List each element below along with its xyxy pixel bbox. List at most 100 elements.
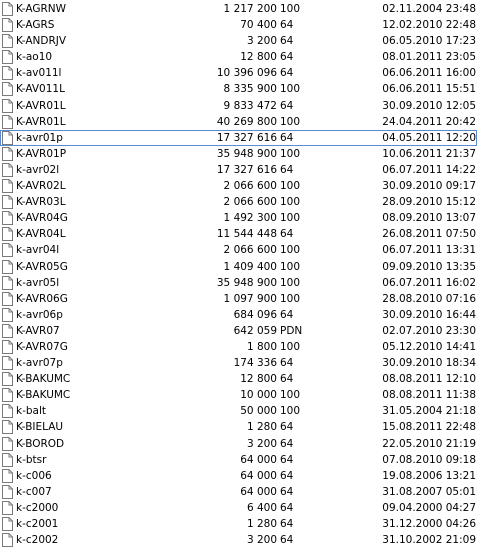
file-size: 70 400	[240, 19, 277, 32]
file-size: 3 200	[246, 437, 277, 450]
file-date: 15.08.2011 22:48	[382, 421, 476, 434]
file-icon	[2, 533, 13, 548]
file-row[interactable]: K-AVR06G 100 1 097 900 28.08.2010 07:16	[0, 291, 480, 307]
file-list: K-AGRNW 100 1 217 200 02.11.2004 23:48 K-AGR…	[0, 0, 480, 548]
file-row[interactable]: k-avr05l 100 35 948 900 06.07.2011 16:02	[0, 275, 480, 291]
file-row[interactable]: K-BIELAU 64 1 280 15.08.2011 22:48	[0, 419, 480, 435]
file-date: 19.08.2006 13:21	[382, 469, 476, 482]
file-size: 11 544 448	[216, 228, 277, 241]
file-size: 1 800	[246, 340, 277, 353]
file-row[interactable]: k-balt 100 50 000 31.05.2004 21:18	[0, 403, 480, 419]
file-icon	[2, 2, 13, 16]
file-name: K-AV011L	[16, 83, 65, 96]
file-row[interactable]: k-avr01p 64 17 327 616 04.05.2011 12:20	[0, 129, 480, 146]
file-size: 684 096	[233, 308, 277, 321]
file-icon	[2, 50, 13, 65]
file-date: 02.07.2010 23:30	[382, 324, 476, 337]
file-name: K-BOROD	[16, 437, 65, 450]
file-size: 1 492 300	[223, 212, 277, 225]
file-date: 24.04.2011 20:42	[382, 115, 476, 128]
file-icon	[2, 114, 13, 129]
file-icon	[2, 146, 13, 161]
file-row[interactable]: k-avr06p 64 684 096 30.09.2010 16:44	[0, 307, 480, 323]
file-row[interactable]: K-AVR02L 100 2 066 600 30.09.2010 09:17	[0, 178, 480, 194]
file-row[interactable]: k-avr02l 64 17 327 616 06.07.2011 14:22	[0, 162, 480, 178]
file-size: 10 000	[240, 389, 277, 402]
file-size: 64 000	[240, 453, 277, 466]
file-size: 35 948 900	[216, 276, 277, 289]
file-icon	[2, 275, 13, 290]
file-name: K-AVR01L	[16, 99, 66, 112]
file-date: 22.05.2010 21:19	[382, 437, 476, 450]
file-size: 1 097 900	[223, 292, 277, 305]
file-row[interactable]: k-avr07p 64 174 336 30.09.2010 18:34	[0, 355, 480, 371]
file-row[interactable]: K-AGRS 64 70 400 12.02.2010 22:48	[0, 17, 480, 33]
file-row[interactable]: K-AVR07G 100 1 800 05.12.2010 14:41	[0, 339, 480, 355]
file-date: 30.09.2010 16:44	[382, 308, 476, 321]
file-icon	[2, 243, 13, 258]
file-icon	[2, 259, 13, 274]
file-name: K-AVR04G	[16, 212, 68, 225]
file-row[interactable]: k-ao10 64 12 800 08.01.2011 23:05	[0, 49, 480, 65]
file-name: K-BAKUMC	[16, 373, 71, 386]
file-date: 09.09.2010 13:35	[382, 260, 476, 273]
file-row[interactable]: k-av011l 64 10 396 096 06.06.2011 16:00	[0, 65, 480, 81]
file-row[interactable]: K-AVR01P 100 35 948 900 10.06.2011 21:37	[0, 146, 480, 162]
file-date: 06.05.2010 17:23	[382, 35, 476, 48]
file-row[interactable]: K-AGRNW 100 1 217 200 02.11.2004 23:48	[0, 1, 480, 17]
file-name: k-c006	[16, 469, 52, 482]
file-row[interactable]: K-AVR07 PDN 642 059 02.07.2010 23:30	[0, 323, 480, 339]
file-row[interactable]: k-c2001 64 1 280 31.12.2000 04:26	[0, 516, 480, 532]
file-date: 06.07.2011 14:22	[382, 163, 476, 176]
file-name: K-AGRNW	[16, 3, 67, 15]
file-date: 08.08.2011 11:38	[382, 389, 476, 402]
file-name: k-avr04l	[16, 244, 60, 257]
file-name: k-c2000	[16, 501, 59, 514]
file-icon	[2, 162, 13, 177]
file-size: 1 280	[246, 421, 277, 434]
file-date: 31.08.2007 05:01	[382, 485, 476, 498]
file-name: K-AVR01L	[16, 115, 66, 128]
file-row[interactable]: K-AVR01L 64 9 833 472 30.09.2010 12:05	[0, 98, 480, 114]
file-date: 06.07.2011 13:31	[382, 244, 476, 257]
file-row[interactable]: K-ANDRJV 64 3 200 06.05.2010 17:23	[0, 33, 480, 49]
file-icon	[2, 452, 13, 467]
file-row[interactable]: k-c006 64 64 000 19.08.2006 13:21	[0, 468, 480, 484]
file-row[interactable]: K-BAKUMC 100 10 000 08.08.2011 11:38	[0, 387, 480, 403]
file-row[interactable]: K-BOROD 64 3 200 22.05.2010 21:19	[0, 436, 480, 452]
file-name: K-AVR02L	[16, 180, 66, 193]
file-date: 10.06.2011 21:37	[382, 147, 476, 160]
file-row[interactable]: K-AVR05G 100 1 409 400 09.09.2010 13:35	[0, 259, 480, 275]
file-date: 26.08.2011 07:50	[382, 228, 476, 241]
file-icon	[2, 484, 13, 499]
file-name: K-AVR05G	[16, 260, 68, 273]
file-date: 02.11.2004 23:48	[382, 3, 476, 15]
file-icon	[2, 34, 13, 49]
file-size: 174 336	[233, 357, 277, 370]
file-name: K-AVR01P	[16, 147, 67, 160]
file-name: K-AGRS	[16, 19, 55, 32]
file-row[interactable]: K-AVR03L 100 2 066 600 28.09.2010 15:12	[0, 194, 480, 210]
file-name: K-AVR03L	[16, 196, 66, 209]
file-row[interactable]: k-avr04l 100 2 066 600 06.07.2011 13:31	[0, 242, 480, 258]
file-row[interactable]: K-BAKUMC 64 12 800 08.08.2011 12:10	[0, 371, 480, 387]
file-size: 10 396 096	[216, 67, 277, 80]
file-row[interactable]: K-AV011L 100 8 335 900 06.06.2011 15:51	[0, 81, 480, 97]
file-row[interactable]: K-AVR04L 64 11 544 448 26.08.2011 07:50	[0, 226, 480, 242]
file-icon	[2, 323, 13, 338]
file-row[interactable]: k-c007 64 64 000 31.08.2007 05:01	[0, 484, 480, 500]
file-size: 2 066 600	[223, 244, 277, 257]
file-size: 17 327 616	[216, 163, 277, 176]
file-row[interactable]: K-AVR04G 100 1 492 300 08.09.2010 13:07	[0, 210, 480, 226]
file-icon	[2, 356, 13, 371]
file-row[interactable]: k-c2000 64 6 400 09.04.2000 04:27	[0, 500, 480, 516]
file-date: 08.01.2011 23:05	[382, 51, 476, 64]
file-row[interactable]: K-AVR01L 100 40 269 800 24.04.2011 20:42	[0, 114, 480, 130]
file-icon	[2, 18, 13, 33]
file-name: k-c2001	[16, 518, 59, 530]
file-row[interactable]: k-btsr 64 64 000 07.08.2010 09:18	[0, 452, 480, 468]
file-name: K-AVR07G	[16, 340, 68, 353]
file-size: 8 335 900	[223, 83, 277, 96]
file-date: 06.07.2011 16:02	[382, 276, 476, 289]
file-name: k-avr05l	[16, 276, 60, 289]
